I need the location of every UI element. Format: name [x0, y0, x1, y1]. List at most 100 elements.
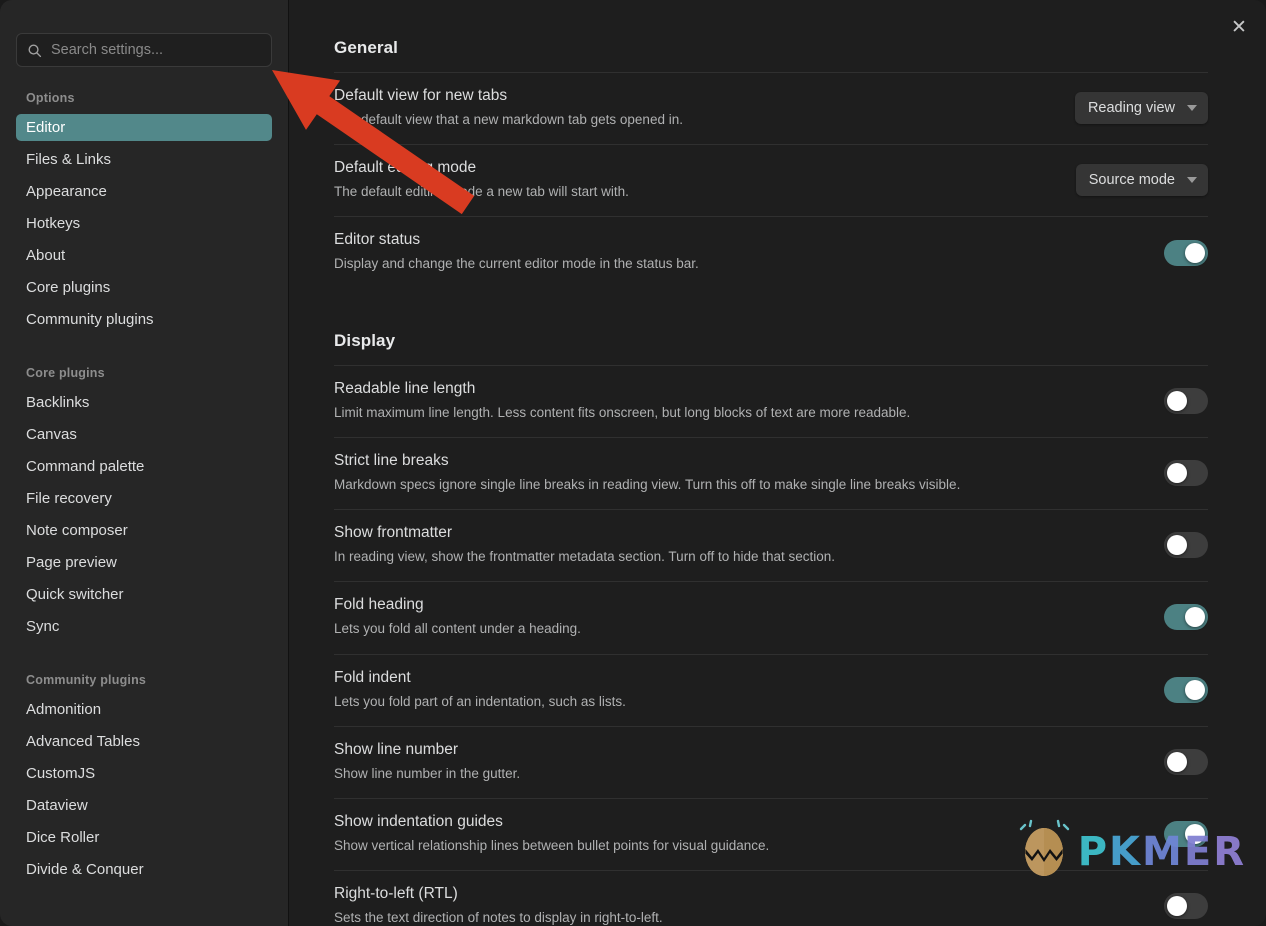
sidebar-item-backlinks[interactable]: Backlinks — [16, 389, 272, 416]
setting-description: The default editing mode a new tab will … — [334, 184, 629, 200]
toggle-readable-line-length[interactable] — [1164, 387, 1208, 414]
settings-modal: Options Editor Files & Links Appearance Hotk… — [0, 0, 1266, 926]
setting-name: Default view for new tabs — [334, 87, 508, 104]
sidebar-nav: Options Editor Files & Links Appearance Hotk… — [16, 91, 272, 883]
toggle-knob — [1167, 535, 1187, 556]
sidebar-group-label: Options — [26, 91, 75, 105]
setting-control — [1164, 676, 1208, 703]
setting-info: Readable line length Limit maximum line l… — [334, 380, 1144, 422]
toggle-editor-status[interactable] — [1164, 239, 1208, 266]
sidebar-item-admonition[interactable]: Admonition — [16, 696, 272, 723]
search-icon — [27, 43, 42, 58]
setting-name: Strict line breaks — [334, 451, 449, 469]
setting-name: Fold indent — [334, 668, 411, 686]
sidebar-item-file-recovery[interactable]: File recovery — [16, 485, 272, 512]
sidebar-item-command-palette[interactable]: Command palette — [16, 453, 272, 480]
sidebar-item-customjs[interactable]: CustomJS — [16, 760, 272, 787]
setting-description: Display and change the current editor mo… — [334, 256, 699, 272]
close-icon[interactable]: ✕ — [1222, 10, 1256, 44]
setting-description: The default view that a new markdown tab… — [334, 112, 683, 127]
sidebar-group-label: Core plugins — [26, 366, 105, 380]
sidebar-item-dice-roller[interactable]: Dice Roller — [16, 824, 272, 851]
setting-description: Limit maximum line length. Less content … — [334, 404, 911, 420]
sidebar-item-dataview[interactable]: Dataview — [16, 792, 272, 819]
toggle-knob — [1185, 824, 1205, 845]
sidebar-item-hotkeys[interactable]: Hotkeys — [16, 210, 272, 237]
setting-info: Fold heading Lets you fold all content un… — [334, 596, 1144, 638]
section-heading: General — [334, 38, 399, 57]
setting-row-default-editing-mode: Default editing mode The default editing … — [334, 144, 1208, 216]
settings-sidebar: Options Editor Files & Links Appearance Hotk… — [0, 0, 289, 926]
setting-description: In reading view, show the frontmatter me… — [334, 549, 836, 565]
setting-info: Show line number Show line number in the … — [334, 741, 1144, 783]
sidebar-item-editor[interactable]: Editor — [16, 114, 272, 141]
sidebar-group-label: Community plugins — [26, 673, 147, 687]
setting-row-fold-indent: Fold indent Lets you fold part of an inde… — [334, 653, 1208, 726]
sidebar-item-page-preview[interactable]: Page preview — [16, 549, 272, 576]
toggle-show-indentation-guides[interactable] — [1164, 821, 1208, 848]
chevron-down-icon — [1187, 177, 1197, 184]
setting-control — [1164, 893, 1208, 920]
setting-control — [1164, 532, 1208, 559]
toggle-show-frontmatter[interactable] — [1164, 532, 1208, 559]
dropdown-value: Reading view — [1087, 100, 1175, 117]
setting-name: Fold heading — [334, 596, 424, 614]
toggle-fold-heading[interactable] — [1164, 604, 1208, 631]
setting-info: Default view for new tabs The default vie… — [334, 87, 1055, 129]
toggle-knob — [1167, 896, 1187, 917]
setting-description: Sets the text direction of notes to disp… — [334, 910, 663, 926]
sidebar-item-files-links[interactable]: Files & Links — [16, 146, 272, 173]
setting-row-editor-status: Editor status Display and change the curr… — [334, 216, 1208, 288]
search-input[interactable] — [51, 42, 261, 58]
setting-info: Strict line breaks Markdown specs ignore … — [334, 452, 1144, 494]
setting-row-right-to-left-rtl: Right-to-left (RTL) Sets the text directi… — [334, 870, 1208, 926]
sidebar-item-canvas[interactable]: Canvas — [16, 421, 272, 448]
setting-name: Show line number — [334, 740, 459, 758]
setting-info: Show indentation guides Show vertical rel… — [334, 813, 1144, 855]
sidebar-item-appearance[interactable]: Appearance — [16, 178, 272, 205]
setting-description: Lets you fold all content under a headin… — [334, 621, 581, 637]
setting-row-show-line-number: Show line number Show line number in the … — [334, 725, 1208, 798]
setting-control — [1164, 748, 1208, 775]
setting-info: Show frontmatter In reading view, show th… — [334, 524, 1144, 566]
setting-row-readable-line-length: Readable line length Limit maximum line l… — [334, 364, 1208, 437]
setting-control: Source mode — [1075, 164, 1208, 197]
setting-name: Right-to-left (RTL) — [334, 885, 458, 903]
sidebar-item-sync[interactable]: Sync — [16, 613, 272, 640]
dropdown-default-editing-mode[interactable]: Source mode — [1075, 164, 1208, 197]
sidebar-item-note-composer[interactable]: Note composer — [16, 517, 272, 544]
toggle-knob — [1167, 462, 1187, 483]
setting-info: Fold indent Lets you fold part of an inde… — [334, 669, 1144, 711]
sidebar-item-community-plugins[interactable]: Community plugins — [16, 306, 272, 333]
setting-row-show-frontmatter: Show frontmatter In reading view, show th… — [334, 509, 1208, 581]
sidebar-item-about[interactable]: About — [16, 242, 272, 269]
setting-name: Editor status — [334, 231, 421, 249]
sidebar-item-divide-conquer[interactable]: Divide & Conquer — [16, 856, 272, 883]
setting-name: Readable line length — [334, 379, 476, 397]
sidebar-item-advanced-tables[interactable]: Advanced Tables — [16, 728, 272, 755]
setting-row-strict-line-breaks: Strict line breaks Markdown specs ignore … — [334, 436, 1208, 509]
sidebar-item-core-plugins[interactable]: Core plugins — [16, 274, 272, 301]
dropdown-default-view-for-new-tabs[interactable]: Reading view — [1074, 92, 1208, 125]
toggle-show-line-number[interactable] — [1164, 748, 1208, 775]
toggle-strict-line-breaks[interactable] — [1164, 459, 1208, 486]
dropdown-value: Source mode — [1088, 172, 1175, 189]
toggle-right-to-left-rtl[interactable] — [1164, 893, 1208, 920]
toggle-knob — [1167, 751, 1187, 772]
toggle-fold-indent[interactable] — [1164, 676, 1208, 703]
section-heading: Display — [334, 330, 396, 350]
setting-description: Show line number in the gutter. — [334, 765, 521, 781]
setting-control: Reading view — [1074, 92, 1208, 125]
setting-info: Editor status Display and change the curr… — [334, 231, 1144, 273]
setting-description: Show vertical relationship lines between… — [334, 837, 770, 853]
setting-info: Default editing mode The default editing … — [334, 159, 1056, 201]
toggle-knob — [1185, 607, 1205, 628]
toggle-knob — [1185, 242, 1205, 263]
sidebar-item-quick-switcher[interactable]: Quick switcher — [16, 581, 272, 608]
search-settings-box[interactable] — [16, 33, 272, 67]
setting-control — [1164, 821, 1208, 848]
setting-description: Lets you fold part of an indentation, su… — [334, 693, 626, 709]
setting-name: Show indentation guides — [334, 812, 503, 830]
setting-row-default-view-for-new-tabs: Default view for new tabs The default vie… — [334, 72, 1208, 144]
toggle-knob — [1167, 390, 1187, 411]
